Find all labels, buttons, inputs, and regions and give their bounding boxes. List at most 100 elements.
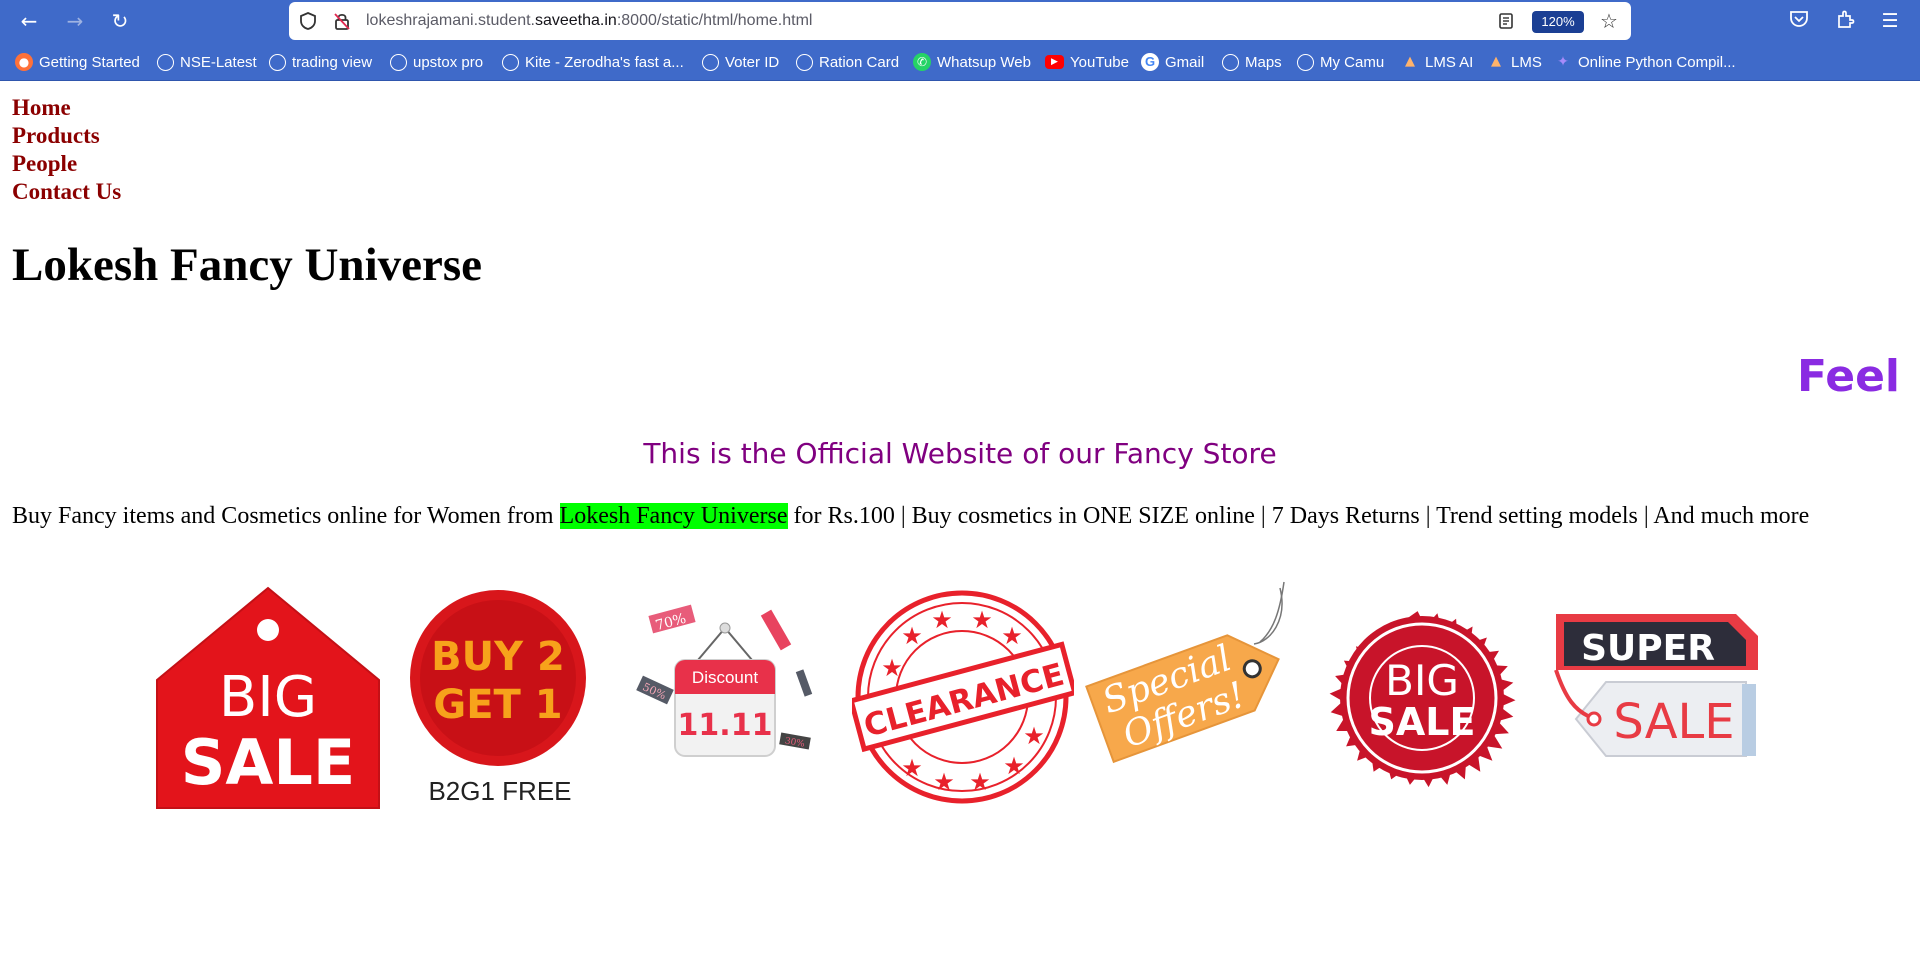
tagline: Buy Fancy items and Cosmetics online for… [12, 501, 1809, 531]
nav-link-products[interactable]: Products [12, 122, 100, 150]
tagline-start: Buy Fancy items and Cosmetics online for… [12, 503, 560, 529]
arrow-left-icon[interactable]: ← [16, 8, 42, 34]
b2g1-caption: B2G1 FREE [428, 776, 571, 806]
browser-toolbar: ← → ↻ lokeshrajamani.student.saveetha.in… [0, 0, 1920, 42]
bookmark-voter-id[interactable]: Voter ID [702, 52, 779, 72]
url-domain: saveetha.in [534, 12, 617, 29]
arrow-right-icon[interactable]: → [62, 8, 88, 34]
bookmark-kite-zerodha[interactable]: Kite - Zerodha's fast a... [502, 52, 684, 72]
bookmark-label: trading view [292, 53, 373, 71]
bookmark-label: YouTube [1070, 53, 1129, 71]
python-compiler-icon: ✦ [1557, 54, 1569, 70]
big-sale-seal-image: BIG SALE [1308, 585, 1536, 816]
super-sale-tag-image: SUPER SALE [1546, 610, 1760, 791]
whatsapp-icon: ✆ [913, 53, 931, 71]
tagline-highlight: Lokesh Fancy Universe [559, 503, 788, 529]
bookmark-label: Whatsup Web [937, 53, 1031, 71]
svg-text:★: ★ [969, 768, 991, 796]
clearance-stamp-image: ★ ★ ★ ★ ★ ★ ★ ★ ★ ★ CLEARANCE [848, 584, 1078, 815]
bookmarks-bar: ● Getting Started NSE-Latest trading view… [0, 42, 1920, 81]
big-sale-tag-image: BIG SALE [155, 584, 381, 815]
extensions-icon[interactable] [1832, 8, 1858, 34]
bookmark-lms[interactable]: ▲ LMS [1487, 52, 1542, 72]
svg-text:★: ★ [901, 622, 923, 650]
bookmark-lms-ai[interactable]: ▲ LMS AI [1401, 52, 1473, 72]
big-sale-tag-line2: SALE [181, 726, 356, 799]
bookmark-getting-started[interactable]: ● Getting Started [15, 52, 140, 72]
bookmark-label: Online Python Compil... [1578, 53, 1736, 71]
bookmark-label: Getting Started [39, 53, 140, 71]
bookmark-maps[interactable]: Maps [1222, 52, 1282, 72]
lms-icon: ▲ [1405, 54, 1415, 69]
bookmark-nse-latest[interactable]: NSE-Latest [157, 52, 257, 72]
bookmark-online-python-compiler[interactable]: ✦ Online Python Compil... [1554, 52, 1736, 72]
page-subtitle: This is the Official Website of our Fanc… [643, 437, 1277, 470]
marquee-text: Feel [1796, 351, 1900, 402]
globe-icon [1222, 53, 1239, 71]
bookmark-trading-view[interactable]: trading view [269, 52, 372, 72]
url-path: :8000/static/html/home.html [616, 12, 813, 29]
bookmark-label: Gmail [1165, 53, 1205, 71]
svg-text:★: ★ [931, 606, 953, 634]
bookmark-youtube[interactable]: ▶ YouTube [1045, 52, 1129, 72]
star-icon[interactable]: ☆ [1599, 11, 1619, 31]
bookmark-gmail[interactable]: G Gmail [1141, 52, 1204, 72]
bookmark-label: NSE-Latest [180, 53, 257, 71]
svg-text:★: ★ [971, 606, 993, 634]
url-prefix: lokeshrajamani.student. [366, 12, 535, 29]
globe-icon [269, 53, 286, 71]
globe-icon [502, 53, 519, 71]
b2g1-line1: BUY 2 [431, 634, 565, 680]
youtube-icon: ▶ [1045, 55, 1064, 69]
special-offers-tag-image: Special Offers! [1084, 580, 1306, 797]
zoom-level-badge[interactable]: 120% [1532, 11, 1584, 33]
tagline-end: for Rs.100 | Buy cosmetics in ONE SIZE o… [787, 503, 1810, 529]
url-bar[interactable]: lokeshrajamani.student.saveetha.in:8000/… [289, 2, 1631, 40]
site-title: Lokesh Fancy Universe [12, 239, 482, 291]
shield-icon[interactable] [298, 11, 318, 31]
discount-date: 11.11 [678, 708, 773, 743]
svg-text:★: ★ [933, 768, 955, 796]
reader-view-icon[interactable] [1496, 11, 1516, 31]
big-sale-seal-line1: BIG [1385, 656, 1459, 705]
discount-tag-30: 30% [784, 736, 806, 749]
bookmark-my-camu[interactable]: My Camu [1297, 52, 1384, 72]
big-sale-seal-line2: SALE [1369, 700, 1476, 744]
super-sale-line2: SALE [1613, 694, 1734, 750]
bookmark-label: Voter ID [725, 53, 780, 71]
globe-icon [1297, 53, 1314, 71]
b2g1-line2: GET 1 [433, 682, 562, 728]
google-icon: G [1141, 53, 1159, 71]
bookmark-ration-card[interactable]: Ration Card [796, 52, 899, 72]
nav-link-people[interactable]: People [12, 150, 77, 178]
bookmark-label: upstox pro [413, 53, 484, 71]
page-content: Home Products People Contact Us Lokesh F… [0, 82, 1920, 957]
svg-text:★: ★ [1001, 622, 1023, 650]
big-sale-tag-line1: BIG [219, 665, 317, 730]
svg-text:★: ★ [901, 754, 923, 782]
reload-icon[interactable]: ↻ [107, 8, 133, 34]
discount-tag-50: 50% [641, 680, 669, 702]
insecure-lock-icon[interactable] [332, 11, 352, 31]
discount-calendar-image: 70% 50% 30% Discount 11.11 [630, 604, 830, 880]
url-text[interactable]: lokeshrajamani.student.saveetha.in:8000/… [366, 2, 812, 40]
nav-link-home[interactable]: Home [12, 94, 71, 122]
pocket-icon[interactable] [1786, 8, 1812, 34]
bookmark-label: Ration Card [819, 53, 900, 71]
lms-icon: ▲ [1491, 54, 1501, 69]
globe-icon [702, 53, 719, 71]
nav-link-contact-us[interactable]: Contact Us [12, 178, 121, 206]
globe-icon [157, 53, 174, 71]
bookmark-label: LMS AI [1425, 53, 1474, 71]
svg-text:★: ★ [881, 654, 903, 682]
bookmark-whatsup-web[interactable]: ✆ Whatsup Web [913, 52, 1031, 72]
firefox-icon: ● [15, 53, 33, 71]
bookmark-label: Kite - Zerodha's fast a... [525, 53, 684, 71]
hamburger-menu-icon[interactable]: ☰ [1877, 8, 1903, 34]
bookmark-label: My Camu [1320, 53, 1385, 71]
buy-2-get-1-image: BUY 2 GET 1 B2G1 FREE [408, 590, 592, 815]
bookmark-upstox-pro[interactable]: upstox pro [390, 52, 483, 72]
bookmark-label: LMS [1511, 53, 1542, 71]
discount-label: Discount [692, 668, 758, 687]
super-sale-line1: SUPER [1581, 628, 1715, 669]
